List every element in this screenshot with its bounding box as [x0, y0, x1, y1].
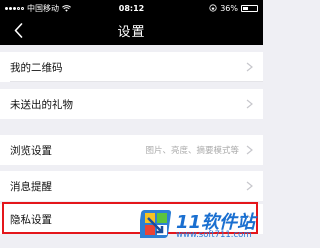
- settings-item-label: 消息提醒: [10, 180, 52, 193]
- settings-item-notifications[interactable]: 消息提醒: [0, 171, 263, 201]
- status-right: 36%: [209, 4, 258, 13]
- settings-item-label: 我的二维码: [10, 61, 63, 74]
- battery-icon: [241, 4, 258, 12]
- chevron-right-icon: [246, 145, 253, 155]
- chevron-right-icon: [246, 99, 253, 109]
- chevron-right-icon: [246, 62, 253, 72]
- navigation-bar: 设置: [0, 16, 263, 45]
- page-title: 设置: [117, 25, 146, 40]
- battery-percent: 36%: [220, 3, 238, 13]
- chevron-right-icon: [246, 181, 253, 191]
- signal-strength-icon: [5, 6, 24, 10]
- carrier-name: 中国移动: [27, 3, 59, 13]
- watermark-url: www.soft711.com: [176, 230, 252, 240]
- status-time: 08:12: [118, 3, 145, 13]
- settings-item-label: 未送出的礼物: [10, 98, 73, 111]
- status-left: 中国移动: [5, 3, 71, 14]
- settings-item-browse-settings[interactable]: 浏览设置 图片、亮度、摘要模式等: [0, 135, 263, 165]
- site-logo-icon: [140, 210, 172, 238]
- settings-item-label: 浏览设置: [10, 144, 52, 157]
- settings-item-unsent-gifts[interactable]: 未送出的礼物: [0, 89, 263, 119]
- settings-item-value: 图片、亮度、摘要模式等: [145, 146, 239, 156]
- watermark: 11软件站 www.soft711.com: [136, 200, 263, 248]
- settings-item-my-qr-code[interactable]: 我的二维码: [0, 52, 263, 82]
- settings-item-label: 隐私设置: [10, 213, 52, 226]
- chevron-left-icon[interactable]: [10, 21, 26, 40]
- row-divider: [10, 81, 263, 82]
- wifi-icon: [62, 4, 71, 12]
- status-bar: 中国移动 08:12 36%: [0, 0, 263, 16]
- lock-rotation-icon: [209, 4, 217, 12]
